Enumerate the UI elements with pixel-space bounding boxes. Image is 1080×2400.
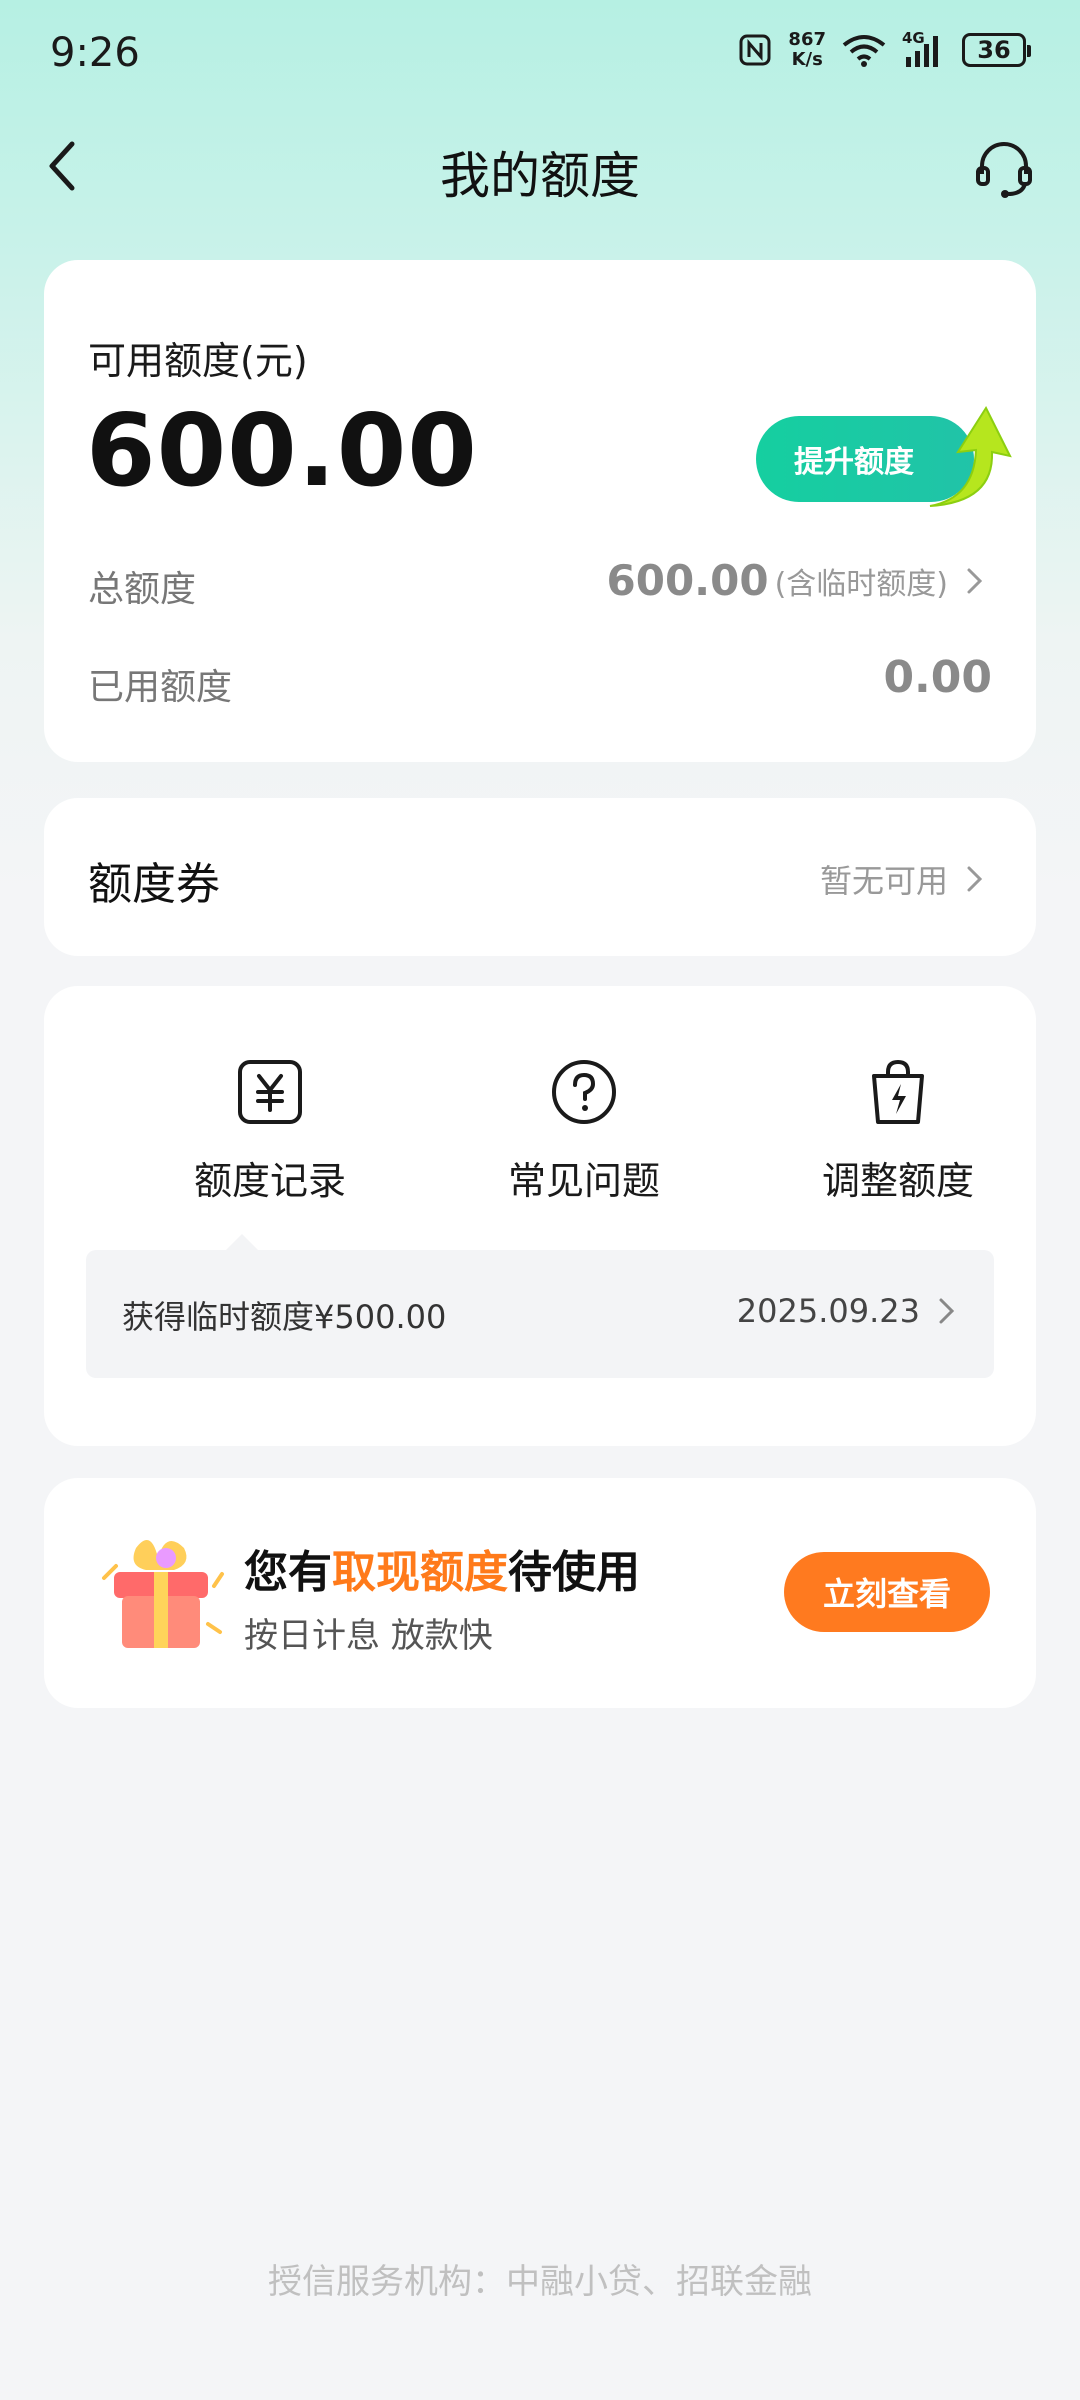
view-now-label: 立刻查看 bbox=[822, 1575, 951, 1613]
gift-box-icon bbox=[102, 1540, 224, 1648]
bag-lightning-icon bbox=[872, 1059, 924, 1124]
headset-icon[interactable] bbox=[972, 136, 1036, 200]
net-speed-unit: K/s bbox=[791, 49, 823, 70]
quick-actions-card: 额度记录 常见问题 调整额度 获得临时额度¥500.00 2025.09.23 bbox=[44, 986, 1036, 1446]
status-bar: 9:26 867 K/s 4G 36 bbox=[0, 0, 1080, 110]
credit-institutions-footer: 授信服务机构：中融小贷、招联金融 bbox=[268, 2262, 812, 2302]
latest-record-tip[interactable]: 获得临时额度¥500.00 2025.09.23 bbox=[86, 1234, 994, 1378]
available-quota-amount: 600.00 bbox=[86, 392, 478, 509]
used-quota-value: 0.00 bbox=[883, 652, 992, 703]
record-date: 2025.09.23 bbox=[736, 1292, 920, 1330]
chevron-right-icon bbox=[967, 866, 983, 892]
question-icon bbox=[552, 1060, 616, 1124]
coupon-title: 额度券 bbox=[88, 859, 220, 910]
chevron-right-icon bbox=[967, 568, 983, 593]
adjust-quota-label: 调整额度 bbox=[821, 1159, 974, 1203]
adjust-quota-button[interactable]: 调整额度 bbox=[748, 1056, 1048, 1226]
signal-type: 4G bbox=[902, 29, 925, 47]
quota-card: 可用额度(元) 600.00 提升额度 总额度 600.00 (含临时额度) 已… bbox=[44, 260, 1036, 762]
total-quota-value: 600.00 bbox=[606, 556, 769, 605]
coupon-status-link[interactable]: 暂无可用 bbox=[820, 856, 986, 902]
page-title: 我的额度 bbox=[440, 147, 640, 205]
cell-signal: 4G bbox=[902, 29, 946, 67]
cash-quota-promo-card: 您有取现额度待使用 按日计息 放款快 立刻查看 bbox=[44, 1478, 1036, 1708]
nfc-icon bbox=[739, 34, 771, 66]
battery-level: 36 bbox=[977, 36, 1011, 64]
faq-button[interactable]: 常见问题 bbox=[434, 1056, 734, 1226]
promo-subtitle: 按日计息 放款快 bbox=[244, 1616, 493, 1656]
total-quota-label: 总额度 bbox=[88, 569, 197, 610]
record-text: 获得临时额度¥500.00 bbox=[122, 1298, 447, 1336]
status-icons: 867 K/s 4G 36 bbox=[738, 29, 1031, 70]
available-quota-label: 可用额度(元) bbox=[88, 339, 308, 383]
promo-suffix: 待使用 bbox=[508, 1547, 640, 1598]
net-speed-value: 867 bbox=[788, 29, 826, 50]
header: 我的额度 bbox=[0, 120, 1080, 212]
quota-coupon-card[interactable]: 额度券 暂无可用 bbox=[44, 798, 1036, 956]
quota-records-label: 额度记录 bbox=[193, 1159, 346, 1203]
faq-label: 常见问题 bbox=[507, 1159, 660, 1203]
net-speed: 867 K/s bbox=[788, 30, 826, 70]
battery-indicator: 36 bbox=[962, 33, 1031, 67]
promo-highlight: 取现额度 bbox=[332, 1547, 508, 1598]
wifi-icon bbox=[842, 35, 886, 67]
promo-headline: 您有取现额度待使用 bbox=[244, 1536, 640, 1600]
view-now-button[interactable]: 立刻查看 bbox=[784, 1552, 990, 1632]
status-time: 9:26 bbox=[50, 30, 140, 76]
coupon-status: 暂无可用 bbox=[819, 862, 948, 900]
promo-prefix: 您有 bbox=[244, 1547, 332, 1598]
total-quota-link[interactable]: 600.00 (含临时额度) bbox=[607, 556, 987, 605]
raise-quota-label: 提升额度 bbox=[794, 445, 914, 480]
total-quota-note: (含临时额度) bbox=[774, 566, 948, 602]
used-quota-label: 已用额度 bbox=[88, 667, 233, 708]
up-arrow-icon bbox=[929, 405, 1012, 507]
chevron-right-icon bbox=[939, 1298, 955, 1324]
record-right: 2025.09.23 bbox=[737, 1292, 958, 1330]
yuan-icon bbox=[238, 1060, 302, 1124]
quota-records-button[interactable]: 额度记录 bbox=[120, 1056, 420, 1226]
